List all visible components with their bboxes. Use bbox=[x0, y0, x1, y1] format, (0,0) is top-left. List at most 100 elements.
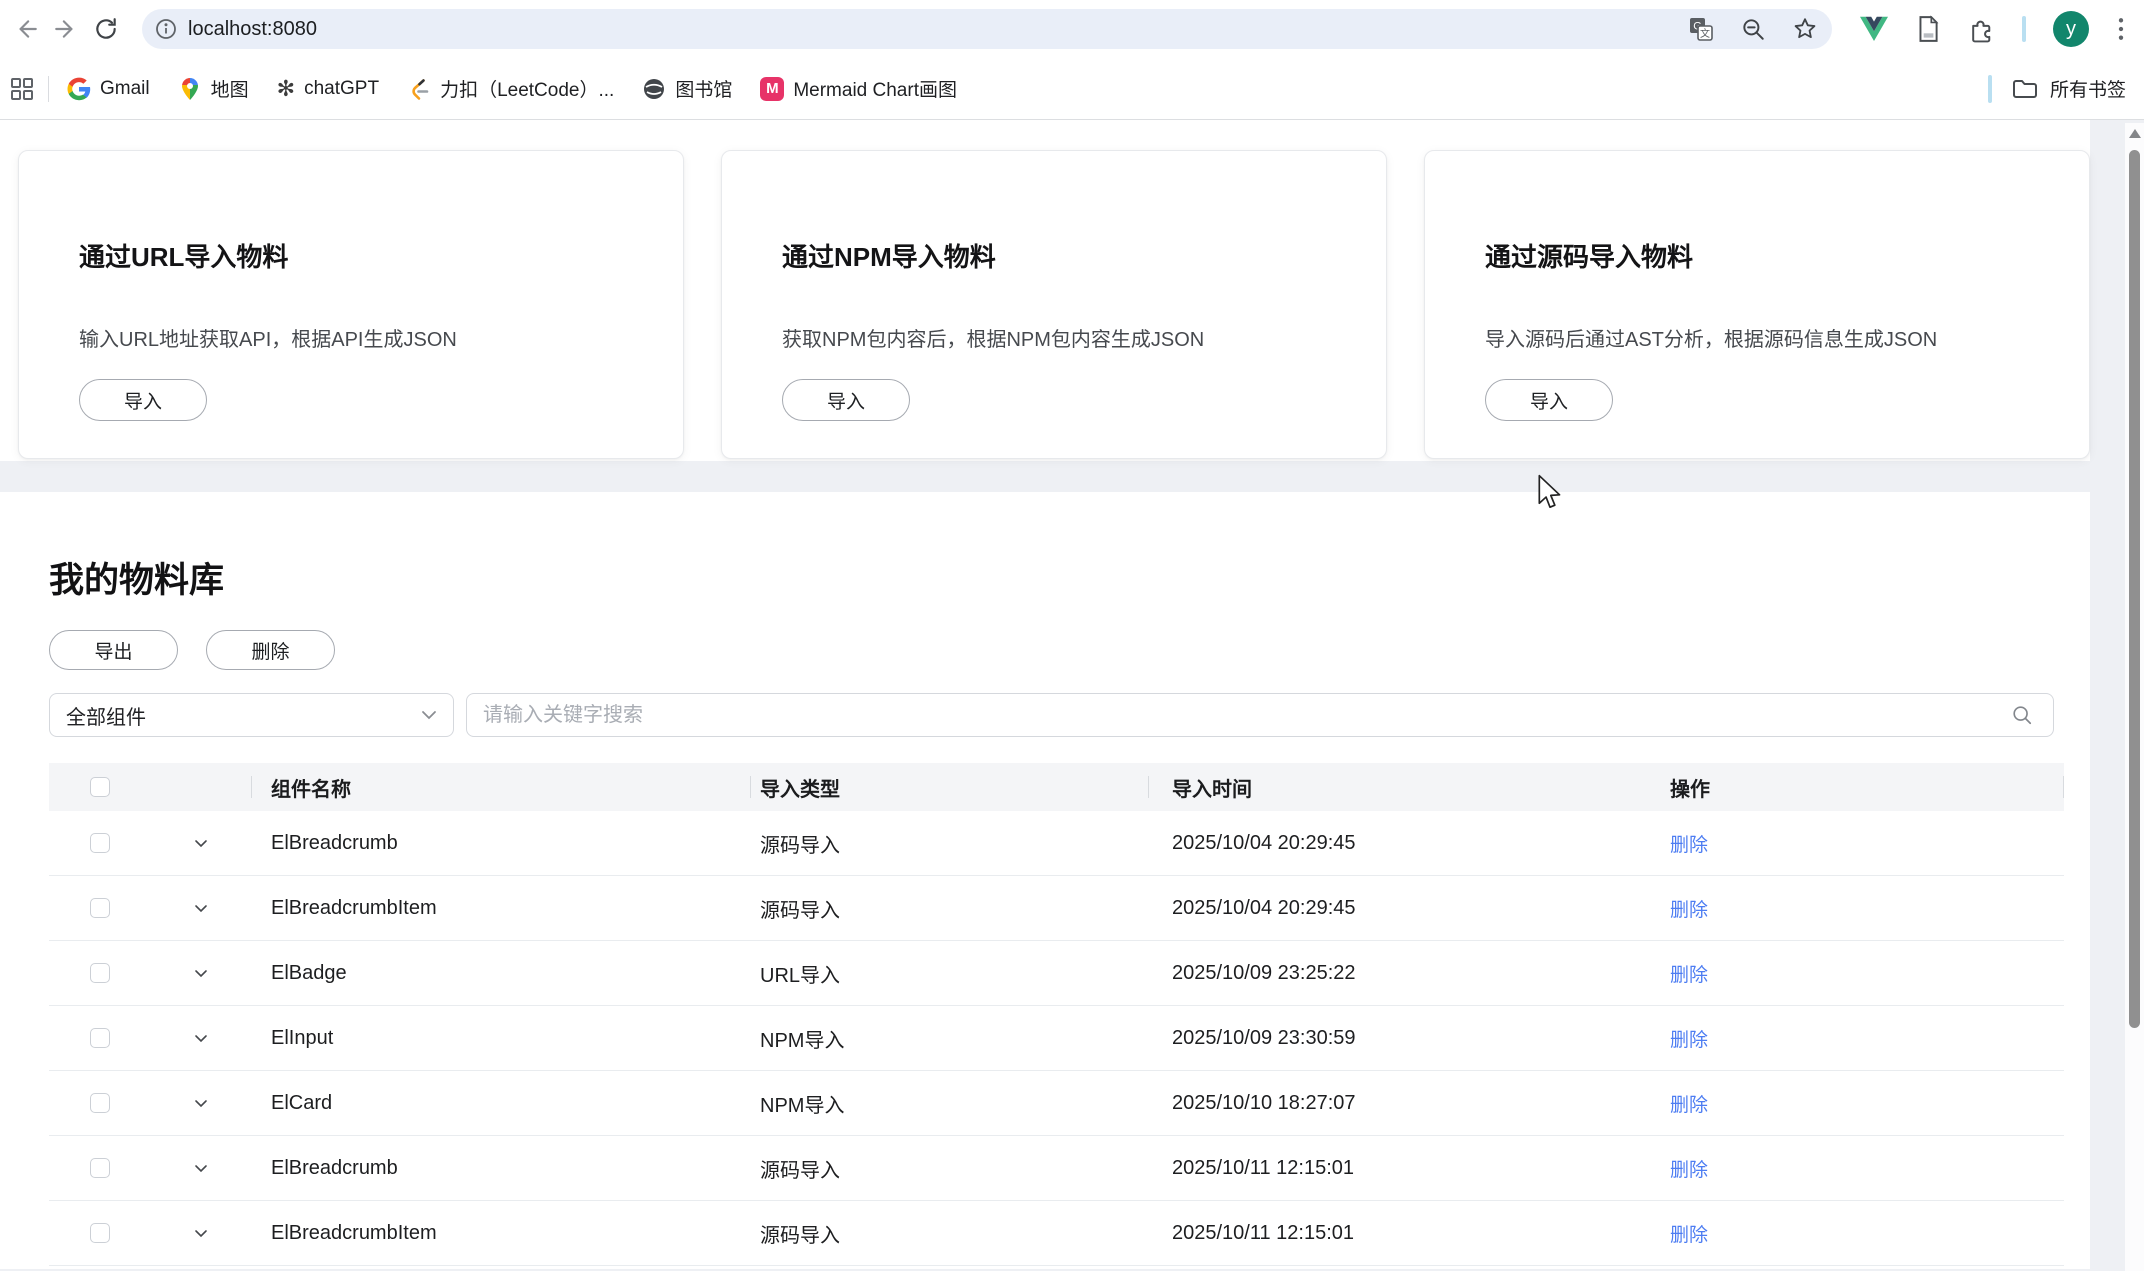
vue-devtools-icon[interactable] bbox=[1860, 16, 1888, 42]
svg-text:文: 文 bbox=[1700, 27, 1710, 40]
chevron-down-icon bbox=[194, 969, 208, 978]
page-content: 通过URL导入物料 输入URL地址获取API，根据API生成JSON 导入 通过… bbox=[0, 120, 2125, 1268]
chevron-down-icon bbox=[194, 1034, 208, 1043]
row-delete-link[interactable]: 删除 bbox=[1670, 1225, 1708, 1246]
row-delete-link[interactable]: 删除 bbox=[1670, 1160, 1708, 1181]
chevron-down-icon bbox=[194, 1229, 208, 1238]
row-checkbox[interactable] bbox=[90, 833, 110, 853]
search-icon[interactable] bbox=[2011, 704, 2033, 726]
import-source-button[interactable]: 导入 bbox=[1485, 379, 1613, 421]
import-type: 源码导入 bbox=[750, 894, 1148, 923]
profile-avatar[interactable]: y bbox=[2053, 11, 2089, 47]
bookmark-chatgpt[interactable]: ✻ chatGPT bbox=[277, 78, 379, 100]
browser-toolbar: localhost:8080 G文 y bbox=[0, 0, 2144, 58]
row-delete-link[interactable]: 删除 bbox=[1670, 965, 1708, 986]
import-type: URL导入 bbox=[750, 959, 1148, 988]
row-checkbox[interactable] bbox=[90, 898, 110, 918]
extensions-puzzle-icon[interactable] bbox=[1968, 16, 1995, 43]
address-bar[interactable]: localhost:8080 G文 bbox=[142, 9, 1832, 49]
bookmark-label: 地图 bbox=[211, 75, 249, 102]
select-all-checkbox[interactable] bbox=[90, 777, 110, 797]
import-type: NPM导入 bbox=[750, 1024, 1148, 1053]
site-info-icon[interactable] bbox=[154, 17, 178, 41]
import-card-npm: 通过NPM导入物料 获取NPM包内容后，根据NPM包内容生成JSON 导入 bbox=[721, 150, 1387, 459]
row-expand-button[interactable] bbox=[194, 839, 208, 848]
bookmark-label: Gmail bbox=[100, 78, 150, 100]
row-delete-link[interactable]: 删除 bbox=[1670, 900, 1708, 921]
table-header: 组件名称 导入类型 导入时间 操作 bbox=[49, 763, 2064, 811]
folder-icon bbox=[2012, 77, 2038, 101]
header-import-time: 导入时间 bbox=[1148, 773, 1646, 802]
gmail-icon bbox=[67, 77, 91, 101]
mermaid-icon: M bbox=[760, 77, 784, 101]
chevron-down-icon bbox=[194, 839, 208, 848]
bookmark-label: Mermaid Chart画图 bbox=[793, 75, 957, 102]
import-time: 2025/10/09 23:25:22 bbox=[1148, 962, 1646, 985]
bookmark-library[interactable]: 图书馆 bbox=[642, 75, 732, 102]
row-delete-link[interactable]: 删除 bbox=[1670, 835, 1708, 856]
component-name: ElBreadcrumb bbox=[251, 832, 750, 855]
back-button[interactable] bbox=[6, 9, 46, 49]
bookmark-label: 图书馆 bbox=[675, 75, 732, 102]
header-component-name: 组件名称 bbox=[251, 773, 750, 802]
bookmark-label: chatGPT bbox=[304, 78, 379, 100]
toolbar-divider bbox=[2022, 16, 2026, 42]
bookmark-maps[interactable]: 地图 bbox=[178, 75, 249, 102]
document-icon[interactable] bbox=[1915, 15, 1941, 43]
row-expand-button[interactable] bbox=[194, 1099, 208, 1108]
url-text[interactable]: localhost:8080 bbox=[188, 18, 1688, 41]
row-checkbox[interactable] bbox=[90, 963, 110, 983]
row-expand-button[interactable] bbox=[194, 1164, 208, 1173]
page-scrollbar[interactable] bbox=[2125, 123, 2144, 1271]
row-checkbox[interactable] bbox=[90, 1223, 110, 1243]
menu-dots-icon[interactable] bbox=[2116, 16, 2126, 42]
forward-button[interactable] bbox=[46, 9, 86, 49]
apps-grid-icon[interactable] bbox=[10, 77, 34, 101]
scrollbar-up-arrow[interactable] bbox=[2129, 129, 2141, 138]
import-time: 2025/10/11 12:15:01 bbox=[1148, 1157, 1646, 1180]
row-expand-button[interactable] bbox=[194, 969, 208, 978]
card-description: 输入URL地址获取API，根据API生成JSON bbox=[79, 323, 643, 352]
row-delete-link[interactable]: 删除 bbox=[1670, 1030, 1708, 1051]
table-row: ElInput NPM导入 2025/10/09 23:30:59 删除 bbox=[49, 1006, 2064, 1071]
row-checkbox[interactable] bbox=[90, 1158, 110, 1178]
all-bookmarks[interactable]: 所有书签 bbox=[1988, 75, 2126, 103]
card-title: 通过NPM导入物料 bbox=[782, 237, 1346, 274]
table-row: ElBreadcrumb 源码导入 2025/10/04 20:29:45 删除 bbox=[49, 811, 2064, 876]
scrollbar-thumb[interactable] bbox=[2129, 150, 2140, 1028]
bookmarks-divider bbox=[48, 76, 49, 102]
row-expand-button[interactable] bbox=[194, 904, 208, 913]
card-description: 获取NPM包内容后，根据NPM包内容生成JSON bbox=[782, 323, 1346, 352]
row-checkbox[interactable] bbox=[90, 1028, 110, 1048]
row-delete-link[interactable]: 删除 bbox=[1670, 1095, 1708, 1116]
import-url-button[interactable]: 导入 bbox=[79, 379, 207, 421]
row-expand-button[interactable] bbox=[194, 1229, 208, 1238]
export-button[interactable]: 导出 bbox=[49, 630, 178, 670]
import-time: 2025/10/09 23:30:59 bbox=[1148, 1027, 1646, 1050]
bookmarks-right-divider bbox=[1988, 75, 1992, 103]
delete-button[interactable]: 删除 bbox=[206, 630, 335, 670]
card-title: 通过URL导入物料 bbox=[79, 237, 643, 274]
bookmark-gmail[interactable]: Gmail bbox=[67, 77, 150, 101]
translate-icon[interactable]: G文 bbox=[1688, 16, 1714, 42]
row-expand-button[interactable] bbox=[194, 1034, 208, 1043]
chatgpt-icon: ✻ bbox=[277, 78, 295, 100]
bookmark-star-icon[interactable] bbox=[1792, 16, 1818, 42]
import-time: 2025/10/11 12:15:01 bbox=[1148, 1222, 1646, 1245]
search-input[interactable] bbox=[469, 704, 2011, 727]
library-title: 我的物料库 bbox=[49, 552, 2064, 603]
import-type: 源码导入 bbox=[750, 1219, 1148, 1248]
row-checkbox[interactable] bbox=[90, 1093, 110, 1113]
bookmark-leetcode[interactable]: 力扣（LeetCode）... bbox=[407, 75, 614, 102]
card-description: 导入源码后通过AST分析，根据源码信息生成JSON bbox=[1485, 323, 2049, 352]
import-cards-section: 通过URL导入物料 输入URL地址获取API，根据API生成JSON 导入 通过… bbox=[0, 120, 2090, 461]
table-row: ElBreadcrumbItem 源码导入 2025/10/04 20:29:4… bbox=[49, 876, 2064, 941]
zoom-out-icon[interactable] bbox=[1740, 16, 1766, 42]
component-filter-select[interactable]: 全部组件 bbox=[49, 693, 454, 737]
back-icon bbox=[13, 16, 39, 42]
component-name: ElBreadcrumb bbox=[251, 1157, 750, 1180]
import-npm-button[interactable]: 导入 bbox=[782, 379, 910, 421]
reload-button[interactable] bbox=[86, 9, 126, 49]
chevron-down-icon bbox=[194, 904, 208, 913]
bookmark-mermaid[interactable]: M Mermaid Chart画图 bbox=[760, 75, 957, 102]
